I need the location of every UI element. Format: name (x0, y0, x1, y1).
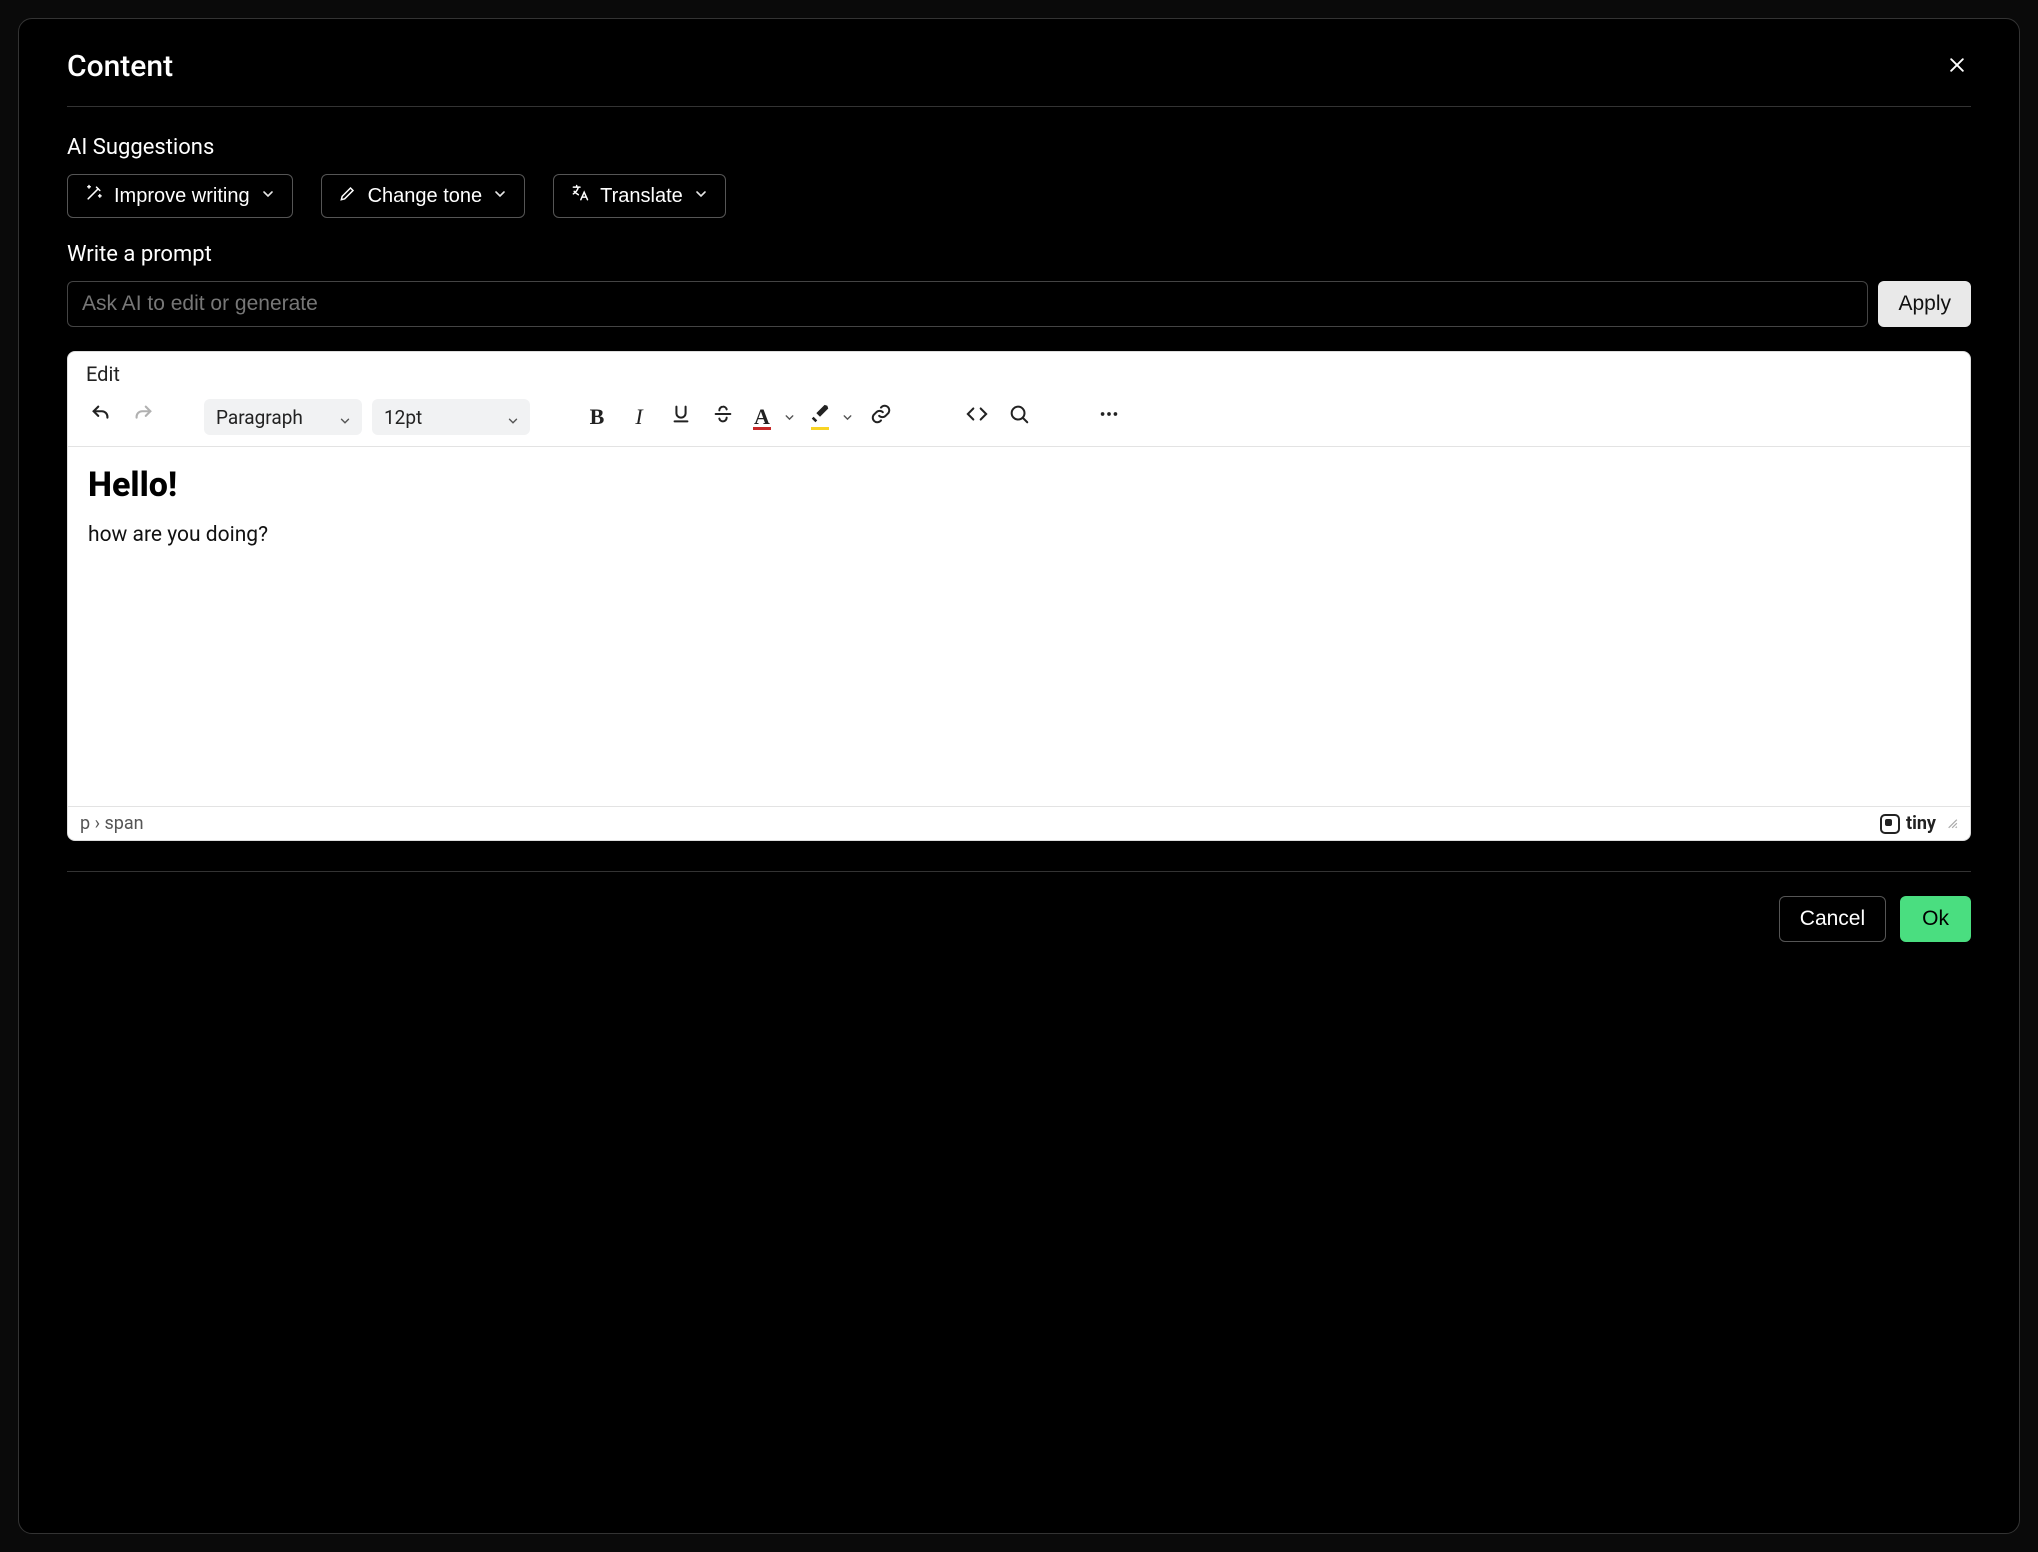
font-size-select[interactable]: 12pt (372, 399, 530, 435)
text-color-button[interactable]: A (746, 398, 778, 436)
block-format-value: Paragraph (216, 406, 303, 429)
more-horizontal-icon (1098, 403, 1120, 431)
translate-label: Translate (600, 185, 683, 208)
editor-content-area[interactable]: Hello! how are you doing? (68, 447, 1970, 806)
strikethrough-icon (712, 403, 734, 431)
content-modal: Content AI Suggestions Improve writing (18, 18, 2020, 1534)
pen-icon (338, 183, 358, 209)
underline-icon (670, 403, 692, 431)
text-color-dropdown[interactable] (778, 398, 800, 436)
undo-icon (90, 403, 112, 431)
search-button[interactable] (1000, 398, 1038, 436)
chevron-down-icon (338, 410, 352, 424)
close-icon (1947, 55, 1967, 78)
tiny-logo-icon (1880, 814, 1900, 834)
prompt-row: Apply (67, 281, 1971, 327)
apply-button[interactable]: Apply (1878, 281, 1971, 327)
undo-button[interactable] (82, 398, 120, 436)
content-heading: Hello! (88, 465, 1950, 505)
modal-header: Content (67, 19, 1971, 107)
code-button[interactable] (958, 398, 996, 436)
underline-button[interactable] (662, 398, 700, 436)
chevron-down-icon (260, 185, 276, 208)
strikethrough-button[interactable] (704, 398, 742, 436)
highlight-color-dropdown[interactable] (836, 398, 858, 436)
content-paragraph: how are you doing? (88, 523, 1950, 547)
magic-wand-icon (84, 183, 104, 209)
ok-button[interactable]: Ok (1900, 896, 1971, 942)
close-button[interactable] (1943, 53, 1971, 81)
tiny-branding[interactable]: tiny (1880, 813, 1936, 834)
editor-statusbar: p › span tiny (68, 806, 1970, 840)
editor-toolbar: Paragraph 12pt B I (68, 392, 1970, 447)
link-button[interactable] (862, 398, 900, 436)
cancel-button[interactable]: Cancel (1779, 896, 1886, 942)
change-tone-label: Change tone (368, 185, 483, 208)
translate-icon (570, 183, 590, 209)
write-prompt-label: Write a prompt (67, 242, 1971, 267)
highlight-color-button[interactable] (804, 398, 836, 436)
ai-suggestions-section: AI Suggestions Improve writing Change t (67, 107, 1971, 841)
improve-writing-label: Improve writing (114, 185, 250, 208)
improve-writing-button[interactable]: Improve writing (67, 174, 293, 218)
redo-button[interactable] (124, 398, 162, 436)
code-icon (966, 403, 988, 431)
ai-actions-row: Improve writing Change tone (67, 174, 1971, 218)
element-path[interactable]: p › span (80, 813, 144, 834)
editor-menubar: Edit (68, 352, 1970, 392)
link-icon (870, 403, 892, 431)
search-icon (1008, 403, 1030, 431)
modal-footer: Cancel Ok (67, 871, 1971, 972)
modal-title: Content (67, 49, 173, 84)
menu-edit[interactable]: Edit (86, 362, 120, 386)
tiny-brand-label: tiny (1906, 813, 1936, 834)
rich-text-editor: Edit Paragraph (67, 351, 1971, 841)
redo-icon (132, 403, 154, 431)
chevron-down-icon (506, 410, 520, 424)
font-size-value: 12pt (384, 406, 422, 429)
block-format-select[interactable]: Paragraph (204, 399, 362, 435)
chevron-down-icon (492, 185, 508, 208)
chevron-down-icon (783, 404, 796, 430)
italic-button[interactable]: I (620, 398, 658, 436)
ai-suggestions-label: AI Suggestions (67, 135, 1971, 160)
chevron-down-icon (841, 404, 854, 430)
change-tone-button[interactable]: Change tone (321, 174, 526, 218)
bold-button[interactable]: B (578, 398, 616, 436)
translate-button[interactable]: Translate (553, 174, 726, 218)
prompt-input[interactable] (67, 281, 1868, 327)
more-button[interactable] (1090, 398, 1128, 436)
resize-handle[interactable] (1936, 813, 1958, 834)
chevron-down-icon (693, 185, 709, 208)
